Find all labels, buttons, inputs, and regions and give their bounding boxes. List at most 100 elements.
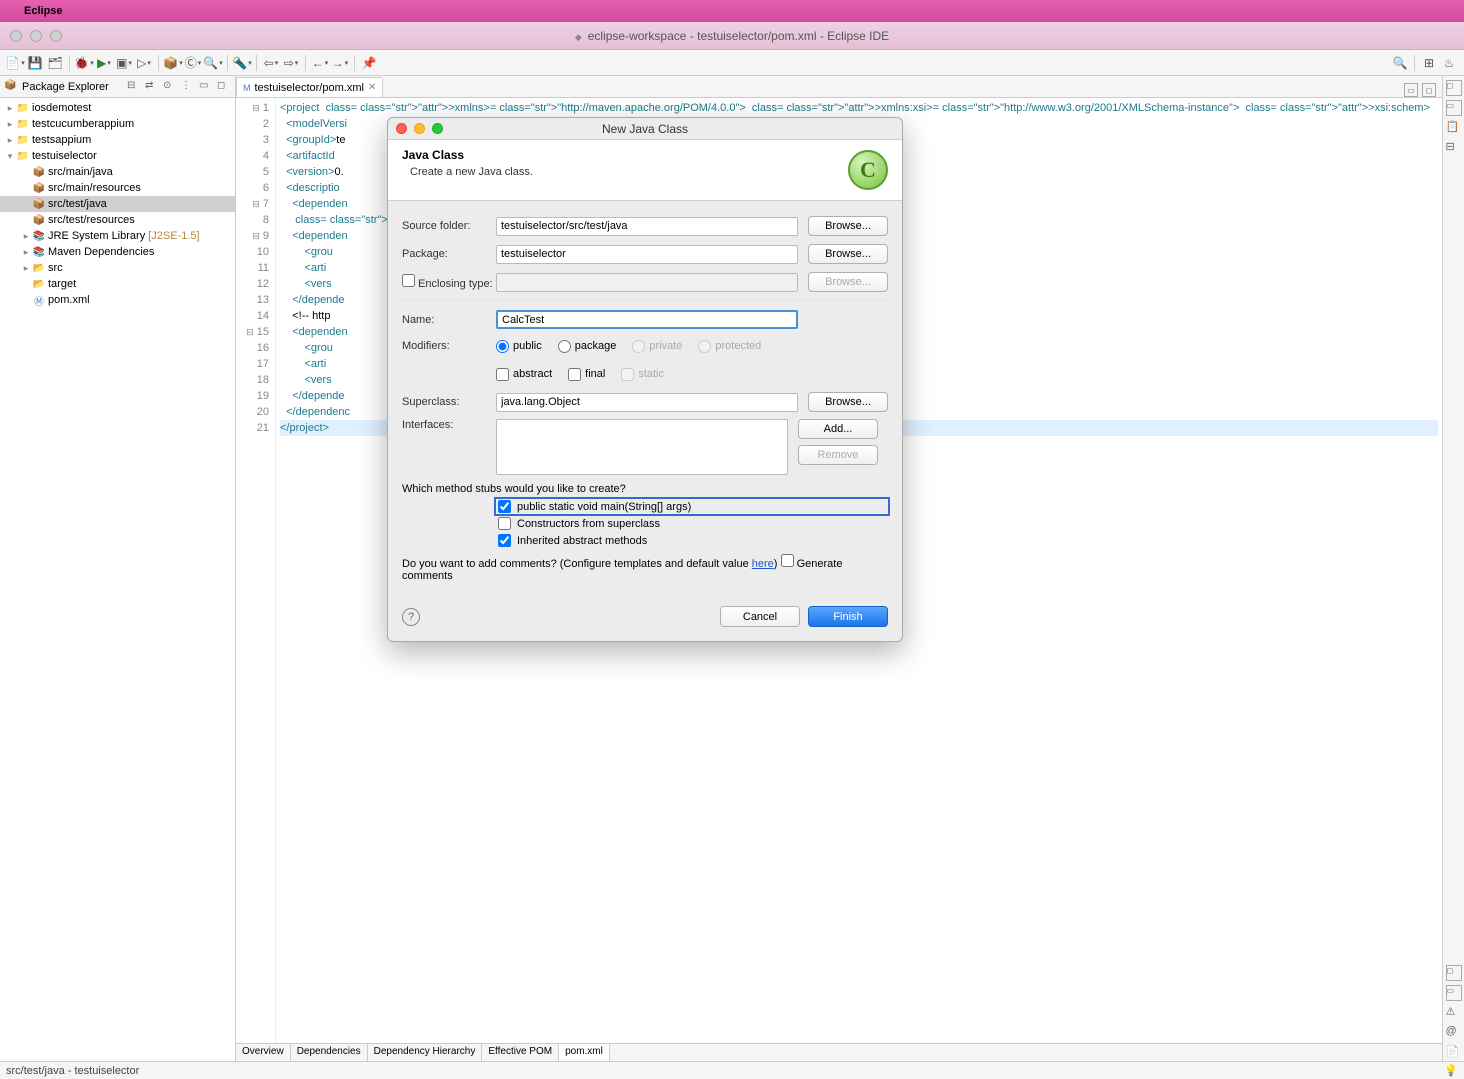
modifier-public-radio[interactable]: public (496, 340, 542, 353)
zoom-window-button[interactable] (50, 30, 62, 42)
modifier-package-radio[interactable]: package (558, 340, 617, 353)
outline-icon[interactable]: ⊟ (1446, 140, 1462, 156)
restore-view-button-4[interactable]: ▭ (1446, 985, 1462, 1001)
save-all-button[interactable]: 🗂 (46, 54, 64, 72)
add-interface-button[interactable]: Add... (798, 419, 878, 439)
maximize-editor-button[interactable]: ◻ (1422, 83, 1436, 97)
tree-item[interactable]: ▾📁testuiselector (0, 148, 235, 164)
close-tab-button[interactable]: ✕ (368, 82, 376, 93)
quick-access-button[interactable]: 🔍 (1391, 54, 1409, 72)
modifier-final-checkbox[interactable]: final (568, 368, 605, 381)
dialog-minimize-button[interactable] (414, 123, 425, 134)
tree-item[interactable]: 📦src/main/java (0, 164, 235, 180)
window-titlebar: eclipse-workspace - testuiselector/pom.x… (0, 22, 1464, 50)
annotation-next-button[interactable]: ⇨ (282, 54, 300, 72)
minimize-view-button[interactable]: ▭ (199, 80, 213, 94)
tree-item[interactable]: ▸📁testsappium (0, 132, 235, 148)
minimize-editor-button[interactable]: ▭ (1404, 83, 1418, 97)
declaration-icon[interactable]: 📄 (1446, 1045, 1462, 1061)
pin-button[interactable]: 📌 (360, 54, 378, 72)
tree-item[interactable]: 📦src/test/java (0, 196, 235, 212)
finish-button[interactable]: Finish (808, 606, 888, 627)
restore-view-button[interactable]: ◻ (1446, 80, 1462, 96)
task-list-icon[interactable]: 📋 (1446, 120, 1462, 136)
stub-main-checkbox[interactable]: public static void main(String[] args) (496, 499, 888, 514)
focus-button[interactable]: ⊙ (163, 80, 177, 94)
package-input[interactable] (496, 245, 798, 264)
enclosing-type-checkbox[interactable] (402, 274, 415, 287)
new-class-button[interactable]: Ⓒ (184, 54, 202, 72)
stub-inherited-checkbox[interactable]: Inherited abstract methods (496, 533, 888, 548)
new-button[interactable]: 📄 (6, 54, 24, 72)
link-editor-button[interactable]: ⇄ (145, 80, 159, 94)
open-type-button[interactable]: 🔍 (204, 54, 222, 72)
help-button[interactable]: ? (402, 608, 420, 626)
editor-bottom-tab[interactable]: Overview (236, 1044, 291, 1061)
browse-enclosing-button: Browse... (808, 272, 888, 292)
name-label: Name: (402, 314, 496, 326)
tree-item[interactable]: ▸📚Maven Dependencies (0, 244, 235, 260)
view-menu-button[interactable]: ⋮ (181, 80, 195, 94)
project-tree[interactable]: ▸📁iosdemotest▸📁testcucumberappium▸📁tests… (0, 98, 235, 1061)
maximize-view-button[interactable]: ◻ (217, 80, 231, 94)
editor-bottom-tab[interactable]: Dependencies (291, 1044, 368, 1061)
tree-item[interactable]: ▸📁iosdemotest (0, 100, 235, 116)
enclosing-type-label: Enclosing type: (402, 274, 496, 290)
modifiers-label: Modifiers: (402, 340, 496, 352)
editor-bottom-tab[interactable]: Effective POM (482, 1044, 559, 1061)
run-last-button[interactable]: ▷ (135, 54, 153, 72)
javadoc-icon[interactable]: @ (1446, 1025, 1462, 1041)
editor-bottom-tab[interactable]: Dependency Hierarchy (368, 1044, 483, 1061)
source-folder-input[interactable] (496, 217, 798, 236)
new-package-button[interactable]: 📦 (164, 54, 182, 72)
tree-item[interactable]: 📦src/test/resources (0, 212, 235, 228)
superclass-input[interactable] (496, 393, 798, 412)
editor-bottom-tab[interactable]: pom.xml (559, 1044, 610, 1061)
problems-icon[interactable]: ⚠ (1446, 1005, 1462, 1021)
dialog-close-button[interactable] (396, 123, 407, 134)
browse-package-button[interactable]: Browse... (808, 244, 888, 264)
main-toolbar: 📄 💾 🗂 🐞 ▶ ▣ ▷ 📦 Ⓒ 🔍 🔦 ⇦ ⇨ ← → 📌 🔍 ⊞ ♨ (0, 50, 1464, 76)
status-text: src/test/java - testuiselector (6, 1065, 139, 1077)
modifier-abstract-checkbox[interactable]: abstract (496, 368, 552, 381)
tree-item[interactable]: 📦src/main/resources (0, 180, 235, 196)
tree-item[interactable]: ▸📁testcucumberappium (0, 116, 235, 132)
back-button[interactable]: ← (311, 54, 329, 72)
minimize-window-button[interactable] (30, 30, 42, 42)
forward-button[interactable]: → (331, 54, 349, 72)
debug-button[interactable]: 🐞 (75, 54, 93, 72)
dialog-header-desc: Create a new Java class. (402, 166, 848, 178)
mac-menubar: Eclipse (0, 0, 1464, 22)
configure-templates-link[interactable]: here (752, 558, 774, 570)
browse-superclass-button[interactable]: Browse... (808, 392, 888, 412)
open-perspective-button[interactable]: ⊞ (1420, 54, 1438, 72)
tree-item[interactable]: ▸📂src (0, 260, 235, 276)
enclosing-type-input (496, 273, 798, 292)
tree-item[interactable]: 📂target (0, 276, 235, 292)
browse-source-folder-button[interactable]: Browse... (808, 216, 888, 236)
interfaces-list[interactable] (496, 419, 788, 475)
cancel-button[interactable]: Cancel (720, 606, 800, 627)
stub-constructors-checkbox[interactable]: Constructors from superclass (496, 516, 888, 531)
run-button[interactable]: ▶ (95, 54, 113, 72)
java-perspective-button[interactable]: ♨ (1440, 54, 1458, 72)
package-label: Package: (402, 248, 496, 260)
annotation-prev-button[interactable]: ⇦ (262, 54, 280, 72)
editor-tab-pom[interactable]: M testuiselector/pom.xml ✕ (236, 77, 383, 97)
app-name[interactable]: Eclipse (24, 5, 63, 17)
restore-view-button-3[interactable]: ◻ (1446, 965, 1462, 981)
collapse-all-button[interactable]: ⊟ (127, 80, 141, 94)
close-window-button[interactable] (10, 30, 22, 42)
superclass-label: Superclass: (402, 396, 496, 408)
tip-icon[interactable]: 💡 (1444, 1064, 1458, 1077)
tree-item[interactable]: Ⓜpom.xml (0, 292, 235, 308)
save-button[interactable]: 💾 (26, 54, 44, 72)
restore-view-button-2[interactable]: ▭ (1446, 100, 1462, 116)
class-name-input[interactable] (496, 310, 798, 329)
search-button[interactable]: 🔦 (233, 54, 251, 72)
package-explorer-title: Package Explorer (22, 81, 127, 93)
tree-item[interactable]: ▸📚JRE System Library [J2SE-1.5] (0, 228, 235, 244)
coverage-button[interactable]: ▣ (115, 54, 133, 72)
new-java-class-dialog: New Java Class Java Class Create a new J… (387, 117, 903, 642)
dialog-zoom-button[interactable] (432, 123, 443, 134)
